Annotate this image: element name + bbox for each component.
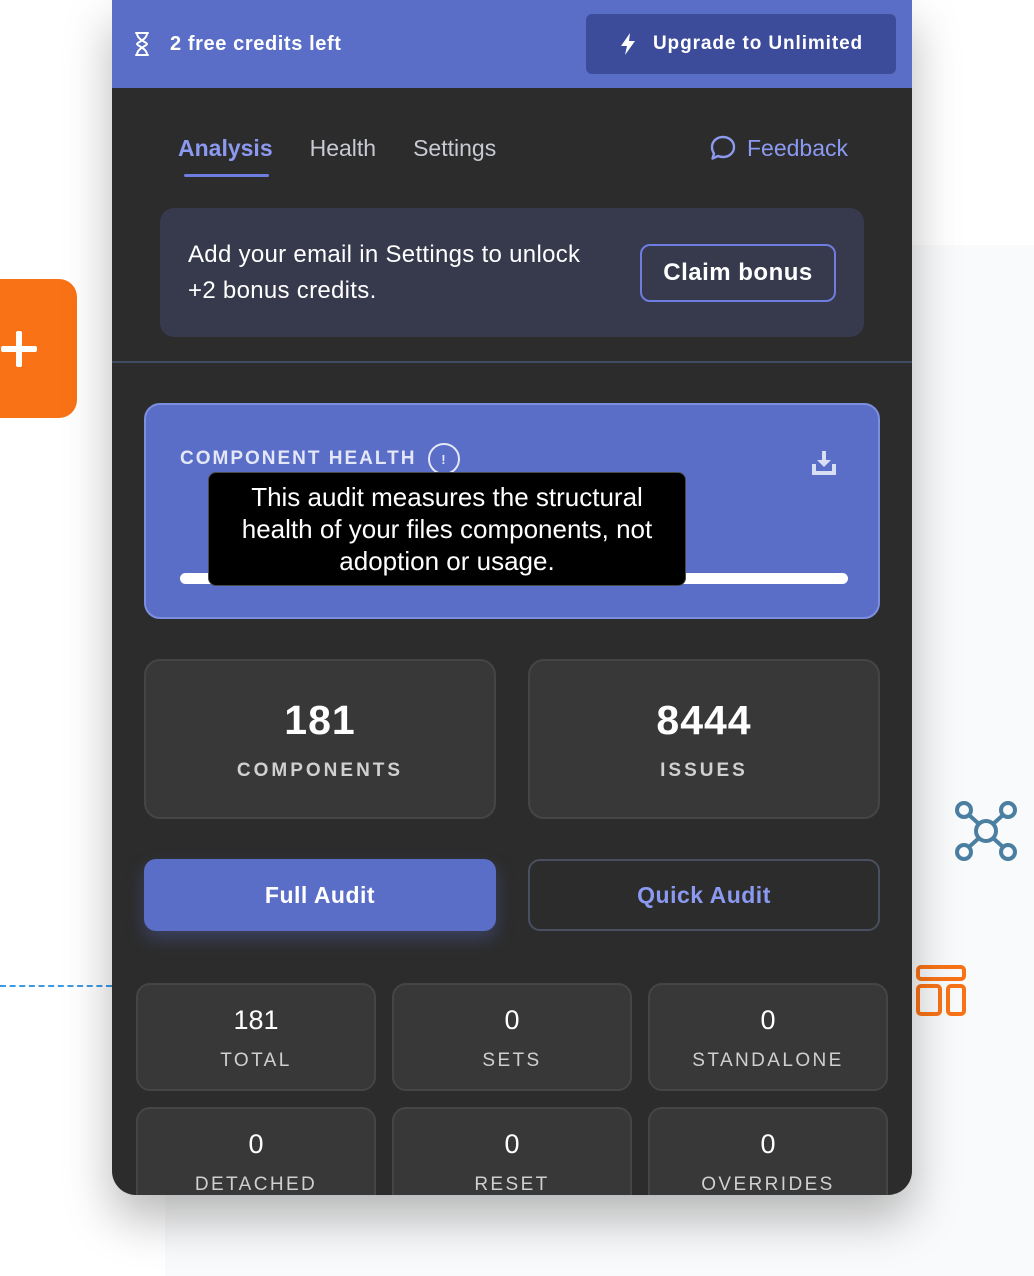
breakdown-label: DETACHED [194,1174,318,1195]
issues-label: ISSUES [660,759,748,781]
credits-text: 2 free credits left [170,32,342,55]
breakdown-value: 181 [233,1005,279,1035]
breakdown-reset: 0 RESET [392,1107,632,1195]
breakdown-value: 0 [504,1129,520,1159]
chat-bubble-icon [710,135,736,160]
feedback-link[interactable]: Feedback [709,134,848,162]
feedback-label: Feedback [746,134,848,161]
breakdown-label: STANDALONE [692,1050,844,1071]
health-tooltip: This audit measures the structural healt… [208,472,686,586]
download-icon[interactable] [810,449,838,477]
hourglass-icon [135,32,149,56]
plus-icon [0,330,37,367]
upgrade-button[interactable]: Upgrade to Unlimited [586,14,896,74]
health-heading: COMPONENT HEALTH ! [180,443,461,475]
breakdown-label: TOTAL [220,1050,292,1071]
credits-banner: 2 free credits left Upgrade to Unlimited [112,0,912,88]
components-label: COMPONENTS [236,759,404,781]
breakdown-value: 0 [504,1005,520,1035]
health-label: COMPONENT HEALTH [180,448,417,469]
breakdown-value: 0 [248,1129,264,1159]
components-count: 181 [284,696,356,743]
network-icon [955,801,1017,861]
upgrade-label: Upgrade to Unlimited [652,33,864,54]
connector-line [0,985,112,987]
layout-icon [916,965,966,1016]
breakdown-detached: 0 DETACHED [136,1107,376,1195]
issues-count: 8444 [656,696,752,743]
claim-bonus-button[interactable]: Claim bonus [640,243,836,302]
breakdown-standalone: 0 STANDALONE [648,983,888,1091]
credits-indicator: 2 free credits left [134,31,341,57]
lightning-icon [620,33,635,55]
info-icon[interactable]: ! [428,443,461,475]
bonus-callout: Add your email in Settings to unlock +2 … [160,208,864,337]
breakdown-label: SETS [482,1050,542,1071]
breakdown-label: RESET [474,1174,550,1195]
tab-analysis[interactable]: Analysis [176,135,275,177]
section-divider [112,361,912,363]
quick-audit-button[interactable]: Quick Audit [528,859,880,931]
tab-health[interactable]: Health [308,135,378,162]
breakdown-value: 0 [760,1129,776,1159]
tab-settings[interactable]: Settings [411,135,498,162]
tab-list: Analysis Health Settings [176,135,498,177]
bonus-message: Add your email in Settings to unlock +2 … [188,240,581,304]
components-stat: 181 COMPONENTS [144,659,496,819]
breakdown-sets: 0 SETS [392,983,632,1091]
issues-stat: 8444 ISSUES [528,659,880,819]
breakdown-label: OVERRIDES [701,1174,835,1195]
nav-bar: Analysis Health Settings Feedback [112,88,912,208]
breakdown-value: 0 [760,1005,776,1035]
full-audit-button[interactable]: Full Audit [144,859,496,931]
plugin-window: 2 free credits left Upgrade to Unlimited… [112,0,912,1195]
breakdown-total: 181 TOTAL [136,983,376,1091]
add-node-button[interactable] [0,279,77,418]
breakdown-overrides: 0 OVERRIDES [648,1107,888,1195]
